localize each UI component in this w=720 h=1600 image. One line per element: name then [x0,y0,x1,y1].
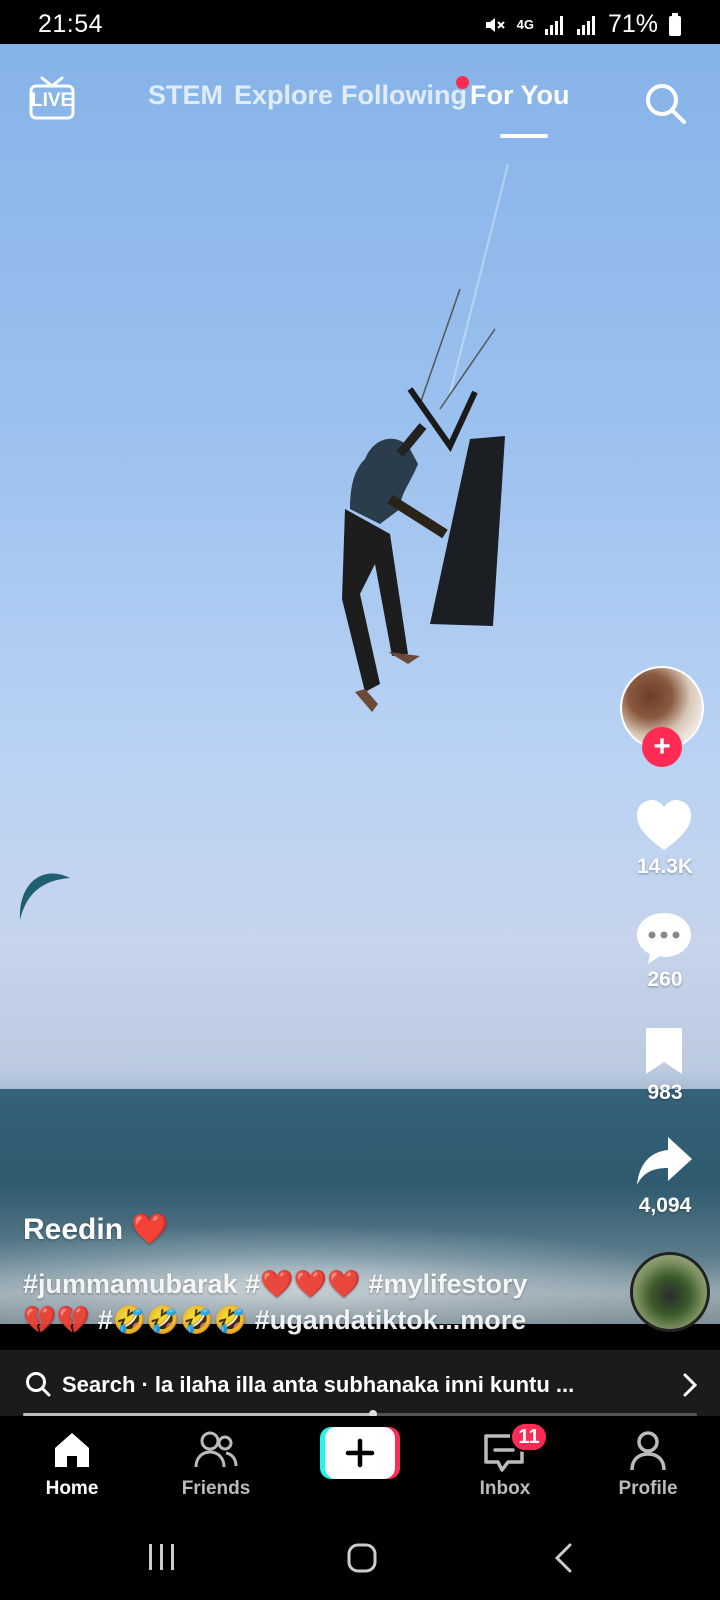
tab-explore[interactable]: Explore [234,80,333,111]
tab-profile[interactable]: Profile [588,1478,708,1500]
friends-icon[interactable] [194,1430,238,1470]
comment-count: 260 [647,968,683,991]
network-type: 4G [516,17,534,32]
caption-text: 💔💔 #🤣🤣🤣🤣 #ugandatiktok [23,1305,438,1335]
caption-line-2[interactable]: 💔💔 #🤣🤣🤣🤣 #ugandatiktok...more [23,1304,526,1336]
distant-kite-image [19,873,70,920]
tab-home[interactable]: Home [12,1478,132,1500]
back-icon[interactable] [552,1542,574,1574]
following-notification-dot [456,76,469,89]
home-nav-icon[interactable] [346,1542,378,1574]
music-disc[interactable] [630,1252,710,1332]
tab-stem[interactable]: STEM [148,80,223,111]
caption-line-1[interactable]: #jummamubarak #❤️❤️❤️ #mylifestory [23,1268,528,1300]
signal-icon [544,15,563,35]
search-icon [26,1372,51,1397]
creator-username[interactable]: Reedin ❤️ [23,1212,169,1247]
tab-for-you[interactable]: For You [470,80,570,111]
signal-icon [576,15,595,35]
related-search-text[interactable]: Search · la ilaha illa anta subhanaka in… [62,1372,574,1398]
create-button[interactable] [320,1427,400,1479]
like-icon[interactable] [634,798,694,854]
inbox-badge: 11 [510,1422,548,1452]
like-count: 14.3K [636,855,694,878]
share-count: 4,094 [638,1194,692,1217]
active-tab-indicator [500,134,548,138]
status-icons: 4G 71% [483,10,682,39]
kitesurfer-image [342,164,509,712]
battery-icon [669,12,681,36]
recent-apps-icon[interactable] [146,1542,178,1572]
status-bar: 21:54 4G 71% [0,0,720,44]
caption-more-link[interactable]: ...more [438,1305,527,1335]
profile-icon[interactable] [628,1430,668,1472]
bookmark-icon[interactable] [642,1026,686,1076]
live-label: LIVE [31,90,74,111]
battery-percent: 71% [607,10,658,38]
home-icon[interactable] [52,1430,92,1470]
mute-icon [485,17,505,32]
status-time: 21:54 [38,10,104,38]
video-player[interactable] [0,44,720,1324]
save-count: 983 [647,1081,683,1104]
share-icon[interactable] [634,1135,694,1187]
search-icon[interactable] [642,80,690,128]
tab-inbox[interactable]: Inbox [445,1478,565,1500]
tab-following[interactable]: Following [341,80,467,111]
follow-button[interactable]: + [642,727,682,767]
tab-friends[interactable]: Friends [156,1478,276,1500]
chevron-right-icon[interactable] [680,1372,700,1398]
comment-icon[interactable] [634,910,694,966]
